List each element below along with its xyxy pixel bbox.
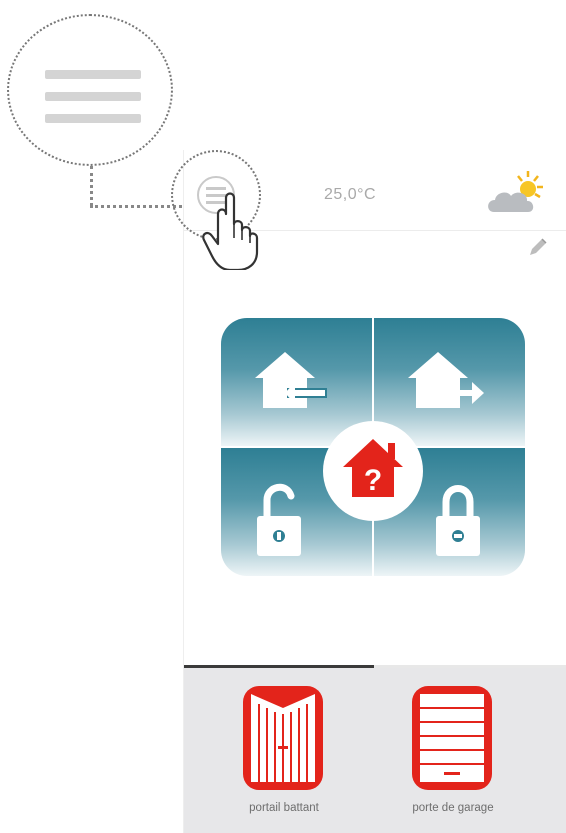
temperature-readout: 25,0°C [324,186,377,203]
pencil-icon[interactable] [527,236,549,258]
callout-connector [90,166,93,206]
menu-line-icon [45,114,141,123]
hand-pointer-icon [202,192,259,270]
device-porte-de-garage[interactable]: porte de garage [398,686,508,826]
callout-connector [90,205,182,208]
menu-line-icon [45,92,141,101]
device-tile [412,686,492,790]
device-tile [243,686,323,790]
device-label: porte de garage [412,802,494,814]
top-bar: 25,0°C [171,150,566,270]
scenario-status-button[interactable]: ? [323,421,423,521]
device-label: portail battant [249,802,319,814]
arrive-home-icon [255,352,327,408]
device-bar: portail battant porte de garage [184,668,566,833]
menu-zoom-callout [7,14,173,166]
garage-door-icon [420,694,484,782]
lock-icon [436,485,480,556]
app-screen: 25,0°C ? portail battant porte de garage [171,150,566,833]
partly-sunny-icon [488,171,543,212]
unlock-icon [257,483,301,556]
swing-gate-icon [251,694,315,782]
leave-home-icon [408,352,484,408]
device-portail-battant[interactable]: portail battant [229,686,339,826]
menu-line-icon [45,70,141,79]
house-question-icon: ? [343,439,403,497]
question-mark: ? [364,464,382,497]
